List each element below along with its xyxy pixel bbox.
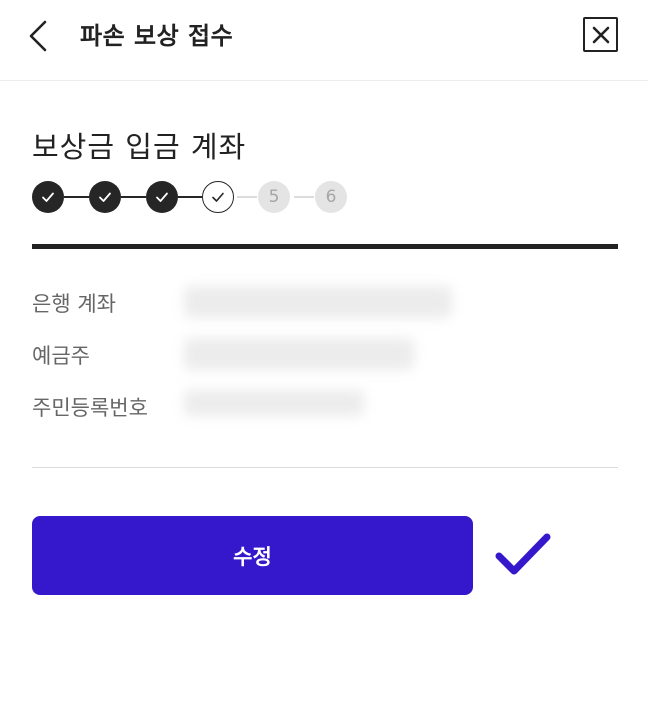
chevron-left-icon [29, 20, 47, 52]
content-divider [32, 467, 618, 468]
checkmark-icon [495, 533, 551, 575]
app-header: 파손 보상 접수 [0, 0, 648, 81]
edit-button[interactable]: 수정 [32, 516, 473, 595]
step-connector [64, 196, 89, 198]
step-connector [237, 196, 257, 198]
back-button[interactable] [22, 18, 56, 54]
close-icon [592, 26, 609, 43]
check-icon [212, 192, 224, 202]
bank-account-value-redacted [184, 286, 452, 318]
section-title: 보상금 입금 계좌 [32, 130, 247, 164]
resident-number-value-redacted [184, 390, 364, 416]
step-4-current [202, 181, 234, 213]
check-icon [42, 192, 54, 202]
step-1-complete [32, 181, 64, 213]
page-title: 파손 보상 접수 [80, 22, 234, 50]
step-2-complete [89, 181, 121, 213]
section-divider [32, 244, 618, 249]
step-connector [121, 196, 146, 198]
check-icon [156, 192, 168, 202]
account-holder-label: 예금주 [32, 344, 90, 368]
progress-stepper: 5 6 [32, 181, 362, 213]
bank-account-label: 은행 계좌 [32, 292, 116, 316]
check-icon [99, 192, 111, 202]
step-connector [294, 196, 314, 198]
step-connector [178, 196, 202, 198]
account-holder-value-redacted [184, 338, 414, 370]
step-3-complete [146, 181, 178, 213]
close-button[interactable] [583, 17, 618, 52]
step-5-pending: 5 [258, 181, 290, 213]
step-6-pending: 6 [315, 181, 347, 213]
resident-number-label: 주민등록번호 [32, 396, 148, 420]
